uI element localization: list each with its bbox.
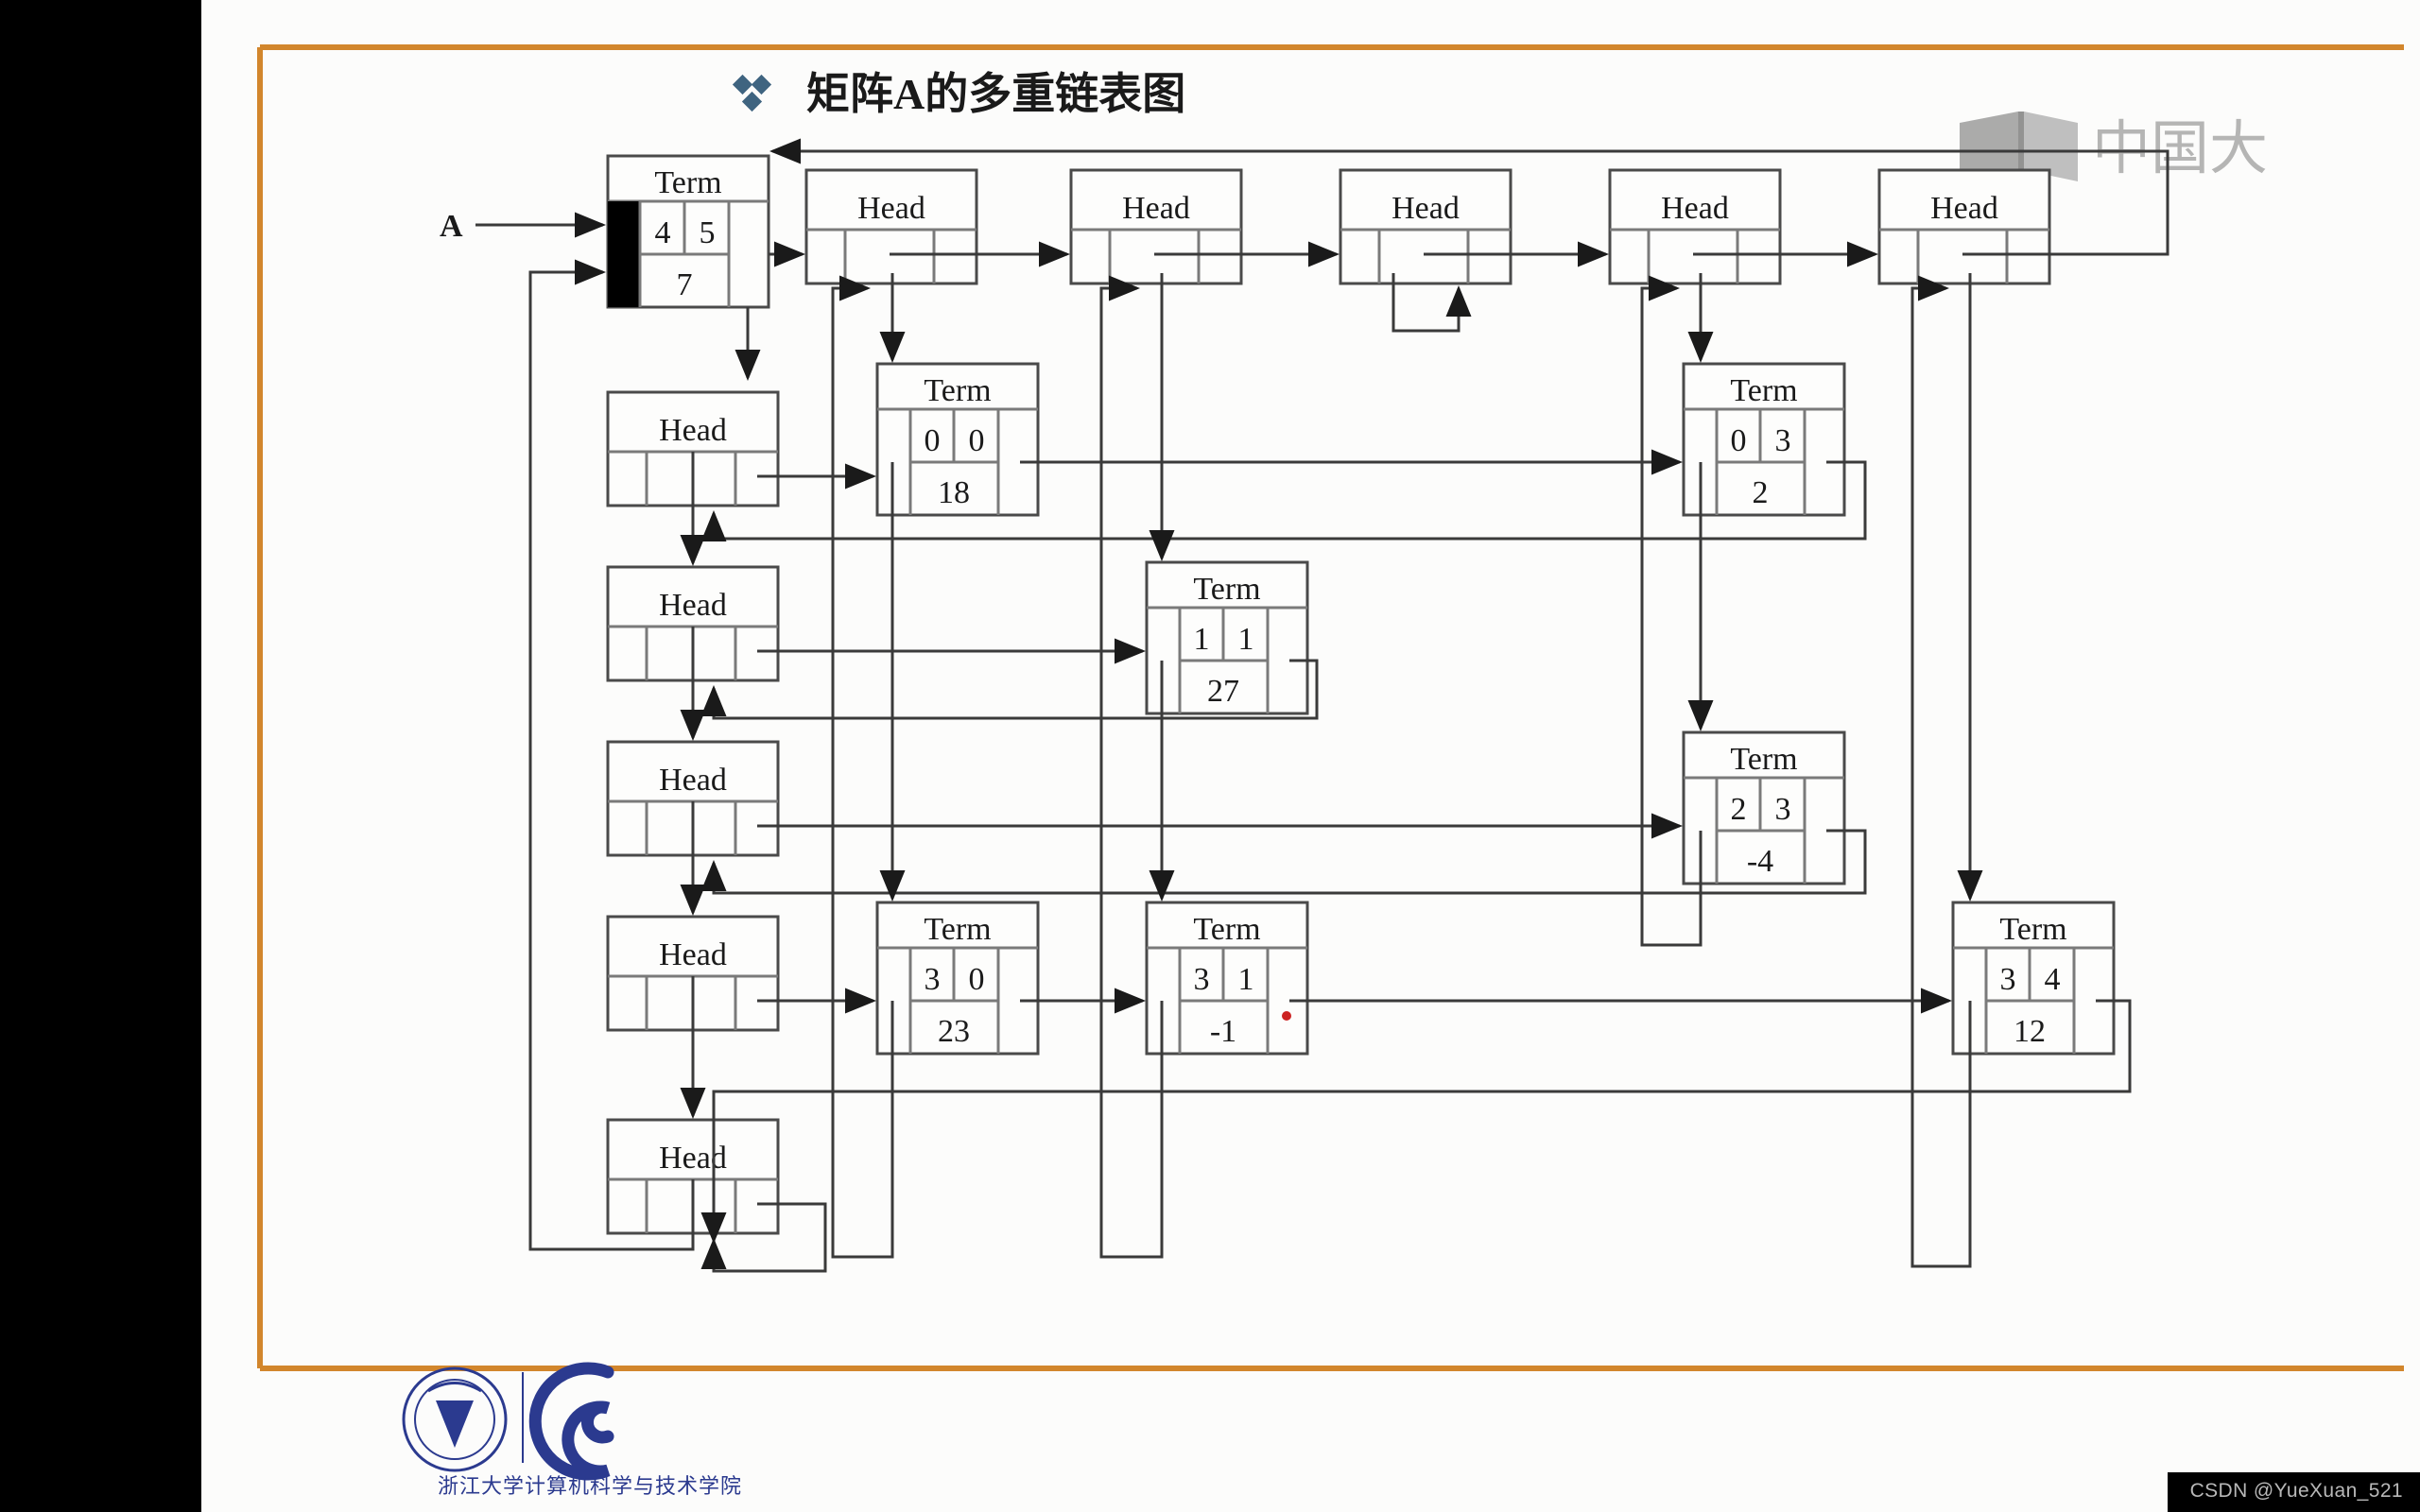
term-t30-value: 23: [938, 1014, 970, 1049]
screen: 矩阵A的多重链表图 中国大 Term 4 5 7 A Head Head Hea…: [0, 0, 2420, 1512]
term-t30-col: 0: [969, 962, 985, 997]
entry-pointer-label: A: [440, 209, 463, 244]
term-t00-row: 0: [925, 423, 941, 458]
term-t23-value: -4: [1747, 844, 1773, 879]
row-head-1-label: Head: [659, 588, 727, 623]
term-node-t11: Term 1 1 27: [1145, 560, 1309, 715]
row-head-3-label: Head: [659, 937, 727, 972]
ccst-swirl-icon: [528, 1362, 614, 1481]
page-title: 矩阵A的多重链表图: [806, 70, 1185, 118]
column-head-3-label: Head: [1661, 191, 1729, 226]
term-t34-label: Term: [1999, 912, 2066, 947]
row-head-0-label: Head: [659, 413, 727, 448]
term-t11-label: Term: [1193, 572, 1260, 607]
column-head-2: Head: [1339, 168, 1512, 285]
column-head-4-label: Head: [1930, 191, 1998, 226]
header-term-node: Term 4 5 7: [606, 154, 770, 309]
column-head-3: Head: [1608, 168, 1782, 285]
column-head-0-label: Head: [857, 191, 925, 226]
term-t00-value: 18: [938, 475, 970, 510]
mooc-watermark-text: 中国大: [2092, 117, 2268, 181]
row-head-4-label: Head: [659, 1141, 727, 1176]
slide-canvas: 矩阵A的多重链表图 中国大 Term 4 5 7 A Head Head Hea…: [201, 0, 2420, 1512]
column-head-0: Head: [804, 168, 978, 285]
page-title-group: 矩阵A的多重链表图: [732, 70, 1185, 118]
term-node-t31: Term 3 1 -1: [1145, 901, 1309, 1056]
term-t31-row: 3: [1194, 962, 1210, 997]
term-t31-label: Term: [1193, 912, 1260, 947]
term-t34-col: 4: [2045, 962, 2061, 997]
term-t34-value: 12: [2014, 1014, 2046, 1049]
term-t03-label: Term: [1730, 373, 1797, 408]
term-node-t30: Term 3 0 23: [875, 901, 1040, 1056]
header-term-downlink-cell: [608, 201, 640, 307]
term-t31-col: 1: [1238, 962, 1254, 997]
term-node-t03: Term 0 3 2: [1682, 362, 1846, 517]
row-head-2-label: Head: [659, 763, 727, 798]
term-node-t00: Term 0 0 18: [875, 362, 1040, 517]
term-node-t23: Term 2 3 -4: [1682, 730, 1846, 885]
diamond-bullet-icon: [732, 74, 772, 112]
zju-logo-group: 浙江大学计算机科学与技术学院: [402, 1362, 742, 1498]
term-t31-value: -1: [1210, 1014, 1236, 1049]
zju-seal-icon: [402, 1366, 508, 1472]
column-head-2-label: Head: [1392, 191, 1460, 226]
header-term-cols: 5: [700, 215, 716, 250]
term-t11-col: 1: [1238, 622, 1254, 657]
zju-logo-text: 浙江大学计算机科学与技术学院: [438, 1474, 742, 1498]
row-links: [700, 449, 2132, 1273]
column-head-4: Head: [1877, 168, 2051, 285]
term-t23-row: 2: [1731, 792, 1747, 827]
term-t03-col: 3: [1775, 423, 1791, 458]
header-term-label: Term: [654, 165, 721, 200]
term-t03-value: 2: [1753, 475, 1769, 510]
term-t23-col: 3: [1775, 792, 1791, 827]
term-t30-label: Term: [924, 912, 991, 947]
column-head-1-label: Head: [1122, 191, 1190, 226]
header-term-rows: 4: [655, 215, 671, 250]
term-t11-row: 1: [1194, 622, 1210, 657]
term-t11-value: 27: [1207, 674, 1239, 709]
header-term-count: 7: [677, 267, 693, 302]
multilinked-list-diagram: 矩阵A的多重链表图 中国大 Term 4 5 7 A Head Head Hea…: [257, 44, 2404, 1498]
column-head-row: Head Head Head Head Head: [804, 168, 2051, 285]
laser-pointer-dot: [1282, 1011, 1291, 1021]
term-t34-row: 3: [2000, 962, 2016, 997]
slide-frame: [257, 44, 2404, 1371]
term-t00-label: Term: [924, 373, 991, 408]
csdn-watermark: CSDN @YueXuan_521: [2167, 1472, 2420, 1512]
term-t23-label: Term: [1730, 742, 1797, 777]
term-t30-row: 3: [925, 962, 941, 997]
term-t00-col: 0: [969, 423, 985, 458]
term-t03-row: 0: [1731, 423, 1747, 458]
column-head-1: Head: [1069, 168, 1243, 285]
term-node-t34: Term 3 4 12: [1951, 901, 2116, 1056]
